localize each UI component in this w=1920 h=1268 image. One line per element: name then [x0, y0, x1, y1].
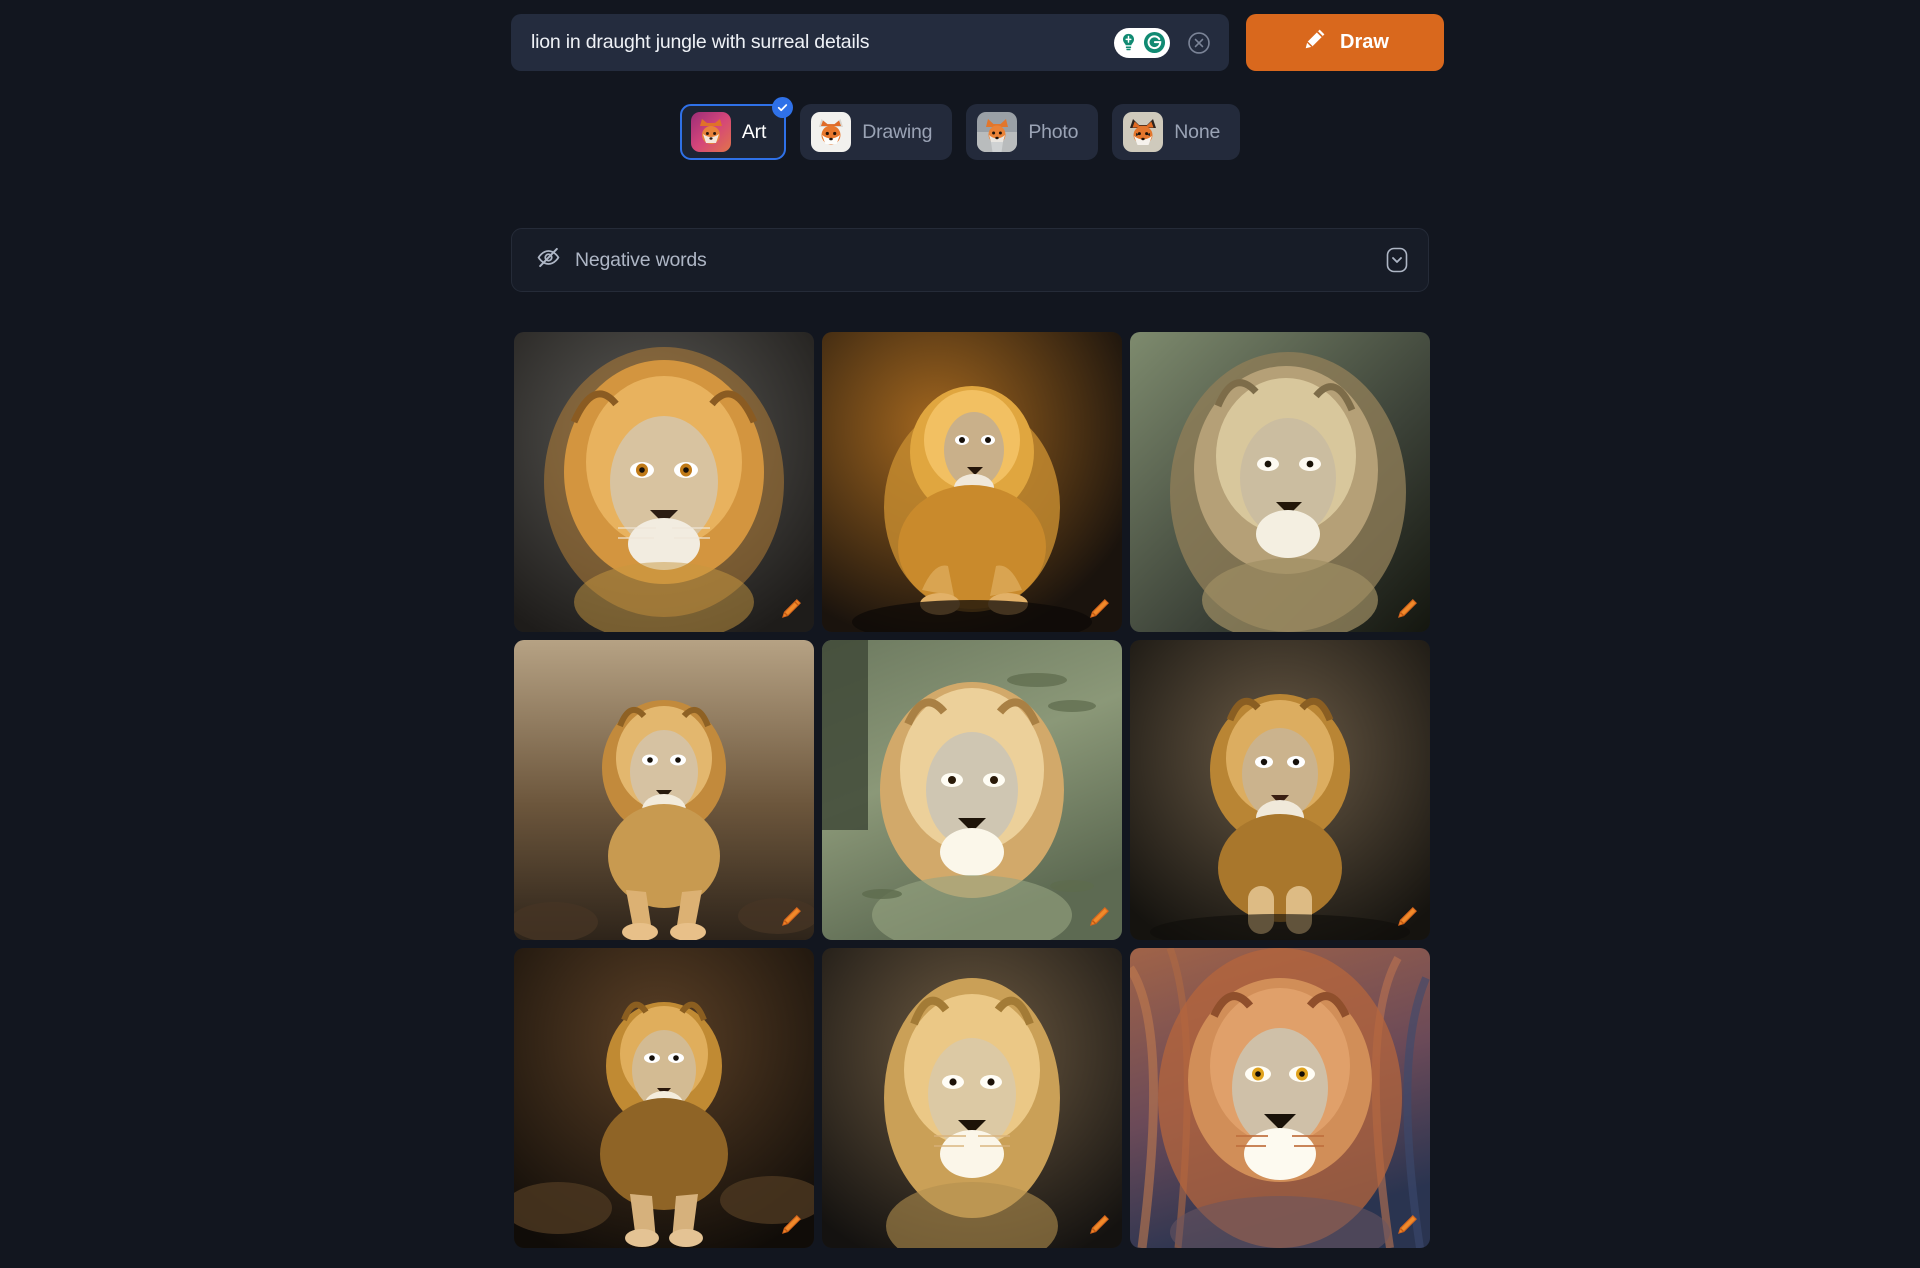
style-chip-label: None [1174, 120, 1221, 143]
crayon-icon[interactable] [1394, 904, 1420, 930]
prompt-search-bar [511, 14, 1229, 71]
crayon-icon[interactable] [1394, 596, 1420, 622]
fox-photo-thumb [977, 112, 1018, 152]
result-tile[interactable] [514, 332, 814, 632]
style-chip-label: Drawing [862, 120, 933, 143]
clear-icon[interactable] [1186, 30, 1212, 56]
prompt-toolbar: Draw [511, 14, 1444, 71]
fox-drawing-thumb [811, 112, 852, 152]
search-input[interactable] [531, 31, 1104, 54]
style-chip-label: Photo [1028, 120, 1079, 143]
crayon-icon[interactable] [778, 596, 804, 622]
style-chip-photo[interactable]: Photo [966, 104, 1099, 160]
result-tile[interactable] [822, 332, 1122, 632]
pencil-icon [1301, 26, 1328, 59]
result-tile[interactable] [822, 948, 1122, 1248]
negative-words-panel[interactable]: Negative words [511, 228, 1429, 292]
fox-art-thumb [690, 112, 731, 152]
prompt-assist-toggle[interactable] [1114, 27, 1170, 58]
draw-button[interactable]: Draw [1246, 14, 1444, 71]
style-chip-none[interactable]: None [1112, 104, 1241, 160]
results-grid [514, 332, 1430, 1248]
crayon-icon[interactable] [1086, 596, 1112, 622]
style-chip-label: Art [741, 120, 767, 143]
crayon-icon[interactable] [1394, 1212, 1420, 1238]
fox-none-thumb [1123, 112, 1164, 152]
negative-words-label: Negative words [575, 248, 707, 271]
style-chip-row: Art Drawing Photo None [0, 97, 1920, 160]
app-root: Draw [0, 0, 1920, 1268]
crayon-icon[interactable] [778, 1212, 804, 1238]
crayon-icon[interactable] [1086, 1212, 1112, 1238]
result-tile[interactable] [514, 640, 814, 940]
style-chip-art[interactable]: Art [679, 97, 794, 160]
chevron-down-icon[interactable] [1384, 245, 1410, 275]
crayon-icon[interactable] [1086, 904, 1112, 930]
style-chip-drawing[interactable]: Drawing [800, 104, 953, 160]
result-tile[interactable] [1130, 332, 1430, 632]
result-tile[interactable] [514, 948, 814, 1248]
eye-off-icon [536, 245, 561, 275]
crayon-icon[interactable] [778, 904, 804, 930]
negative-words-header: Negative words [536, 245, 707, 275]
grammar-g-icon[interactable] [1143, 31, 1166, 54]
draw-button-label: Draw [1340, 31, 1389, 53]
check-icon [772, 97, 794, 118]
result-tile[interactable] [1130, 948, 1430, 1248]
result-tile[interactable] [1130, 640, 1430, 940]
lightbulb-icon[interactable] [1118, 32, 1139, 53]
result-tile[interactable] [822, 640, 1122, 940]
